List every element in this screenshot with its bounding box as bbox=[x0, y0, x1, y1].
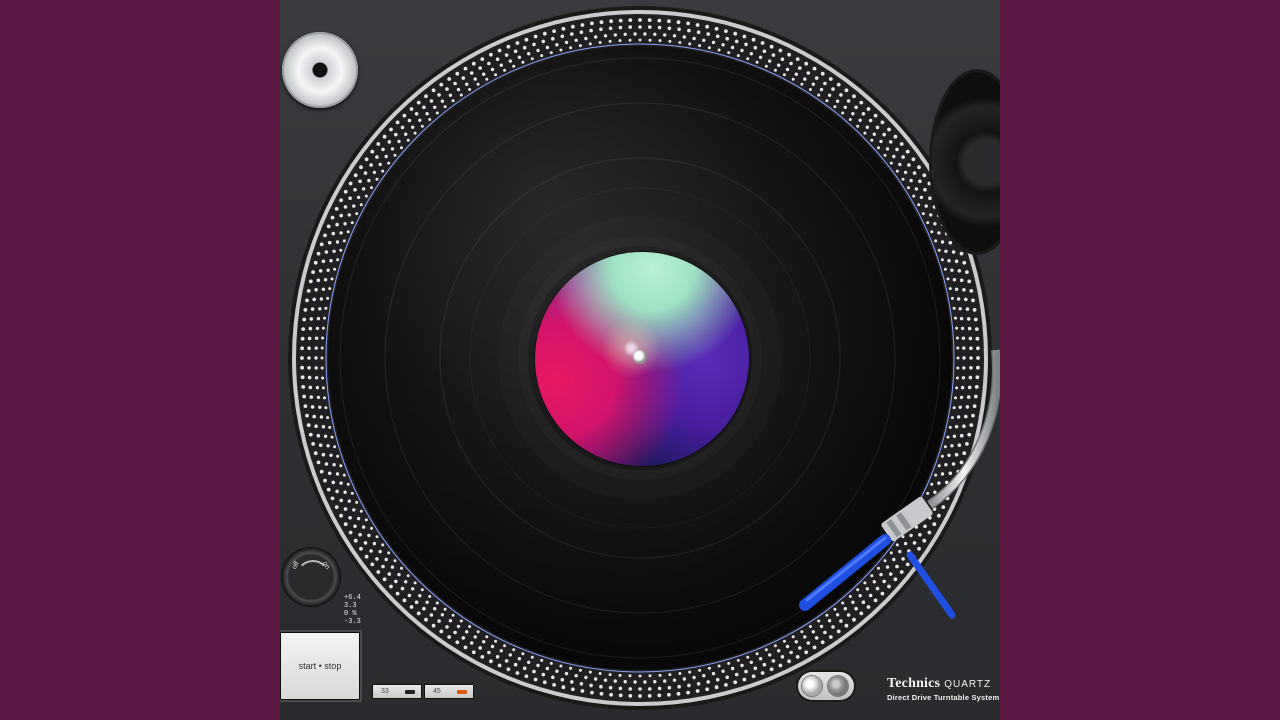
start-stop-label: start • stop bbox=[298, 661, 342, 671]
pitch-scale: +6.4 3.3 0 % -3.3 bbox=[344, 594, 374, 626]
pitch-control-knob[interactable]: off on bbox=[282, 548, 340, 606]
brand-quartz: QUARTZ bbox=[944, 679, 992, 690]
brand-name: Technics bbox=[887, 676, 941, 691]
pitch-scale-item: +6.4 bbox=[344, 594, 361, 602]
target-light-icon[interactable] bbox=[798, 672, 854, 700]
pitch-scale-item: 0 % bbox=[344, 610, 357, 618]
target-light-button-icon bbox=[828, 676, 848, 696]
brand-subtitle: Direct Drive Turntable System bbox=[887, 693, 1000, 702]
tonearm[interactable] bbox=[280, 0, 1000, 720]
target-light-lamp-icon bbox=[802, 676, 822, 696]
pitch-scale-item: 3.3 bbox=[344, 602, 357, 610]
pitch-scale-item: -3.3 bbox=[344, 618, 361, 626]
speed-45-label: 45 bbox=[433, 688, 441, 695]
start-stop-button[interactable]: start • stop bbox=[280, 632, 360, 700]
speed-33-label: 33 bbox=[381, 688, 389, 695]
brand-logo: Technics QUARTZ Direct Drive Turntable Sy… bbox=[887, 674, 1000, 702]
speed-33-led-icon bbox=[405, 690, 415, 694]
speed-45-led-icon bbox=[457, 690, 467, 694]
speed-45-button[interactable]: 45 bbox=[424, 684, 474, 699]
pitch-unit: % bbox=[352, 610, 357, 618]
turntable-deck: off on +6.4 3.3 0 % -3.3 start • stop 33… bbox=[280, 0, 1000, 720]
speed-33-button[interactable]: 33 bbox=[372, 684, 422, 699]
